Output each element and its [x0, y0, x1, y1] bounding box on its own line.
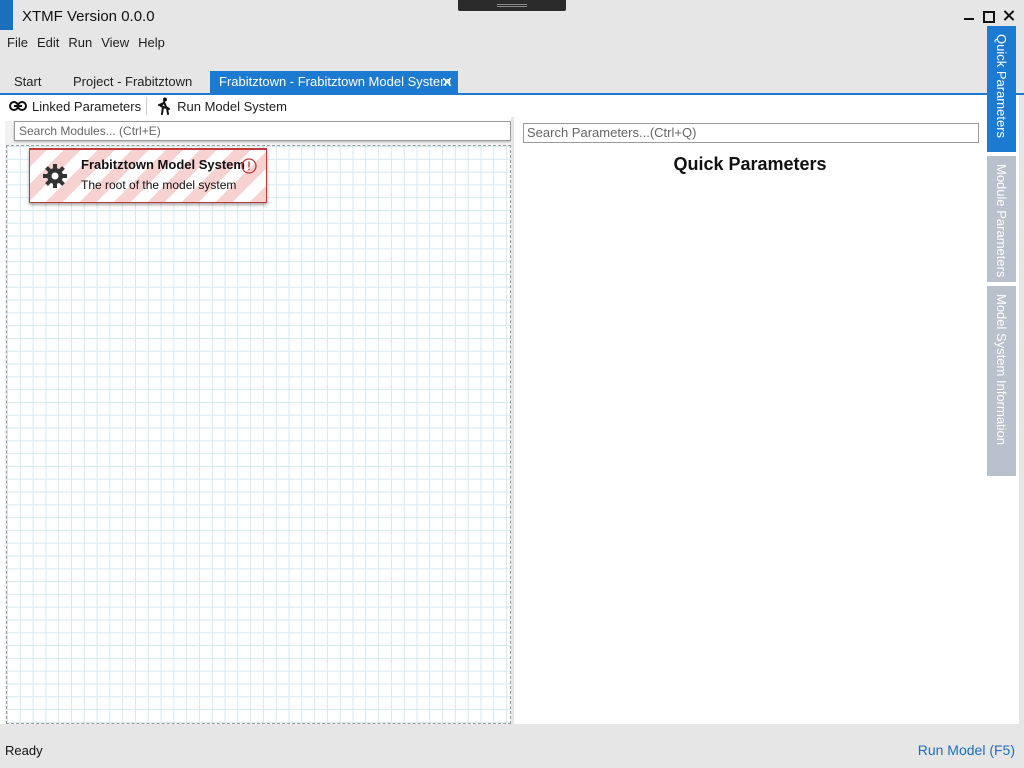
menu-bar: File Edit Run View Help	[0, 34, 167, 54]
gear-icon	[43, 164, 67, 188]
side-tab-module-parameters[interactable]: Module Parameters	[987, 156, 1016, 282]
status-bar: Ready Run Model (F5)	[0, 740, 1024, 762]
module-canvas[interactable]: Frabitztown Model System The root of the…	[6, 145, 511, 724]
tab-project[interactable]: Project - Frabitztown	[65, 71, 200, 93]
minimize-button[interactable]	[961, 8, 977, 24]
close-window-button[interactable]	[1001, 8, 1017, 24]
run-icon	[158, 97, 171, 115]
close-tab-icon[interactable]: ✕	[441, 71, 453, 93]
side-tab-quick-parameters[interactable]: Quick Parameters	[987, 26, 1016, 152]
menu-view[interactable]: View	[101, 34, 129, 54]
side-tab-model-system-information[interactable]: Model System Information	[987, 286, 1016, 476]
search-modules-input[interactable]: Search Modules... (Ctrl+E)	[14, 121, 511, 141]
module-tree-pane: Search Modules... (Ctrl+E) Frabitztown M…	[5, 121, 511, 724]
linked-parameters-button[interactable]: Linked Parameters	[9, 95, 141, 117]
link-icon	[9, 101, 27, 111]
warning-icon	[241, 158, 257, 174]
module-title: Frabitztown Model System	[81, 157, 245, 172]
title-bar: XTMF Version 0.0.0	[0, 0, 1024, 32]
tab-start[interactable]: Start	[6, 71, 49, 93]
run-model-system-label: Run Model System	[177, 98, 287, 114]
menu-file[interactable]: File	[7, 34, 28, 54]
window-title: XTMF Version 0.0.0	[22, 8, 155, 25]
menu-edit[interactable]: Edit	[37, 34, 59, 54]
module-description: The root of the model system	[81, 178, 237, 192]
tab-model-system-label: Frabitztown - Frabitztown Model System	[219, 74, 451, 89]
quick-parameters-heading: Quick Parameters	[673, 154, 827, 174]
run-model-system-button[interactable]: Run Model System	[156, 95, 287, 117]
search-parameters-input[interactable]: Search Parameters...(Ctrl+Q)	[523, 123, 979, 143]
run-model-button[interactable]: Run Model (F5)	[918, 742, 1015, 758]
editor-toolbar: Linked Parameters Run Model System	[0, 95, 1019, 117]
menu-help[interactable]: Help	[138, 34, 165, 54]
maximize-button[interactable]	[980, 8, 996, 24]
document-tabs: Start Project - Frabitztown Frabitztown …	[0, 71, 1024, 95]
status-text: Ready	[5, 743, 43, 758]
model-system-editor: Linked Parameters Run Model System Searc…	[0, 95, 1019, 724]
toolbar-separator	[146, 97, 148, 115]
drag-grip[interactable]	[458, 0, 566, 11]
quick-parameters-pane: Search Parameters...(Ctrl+Q) Quick Param…	[514, 117, 986, 724]
module-card[interactable]: Frabitztown Model System The root of the…	[29, 148, 267, 203]
tab-model-system[interactable]: Frabitztown - Frabitztown Model System ✕	[210, 71, 458, 93]
menu-run[interactable]: Run	[68, 34, 92, 54]
app-icon	[0, 0, 13, 30]
linked-parameters-label: Linked Parameters	[32, 98, 142, 114]
